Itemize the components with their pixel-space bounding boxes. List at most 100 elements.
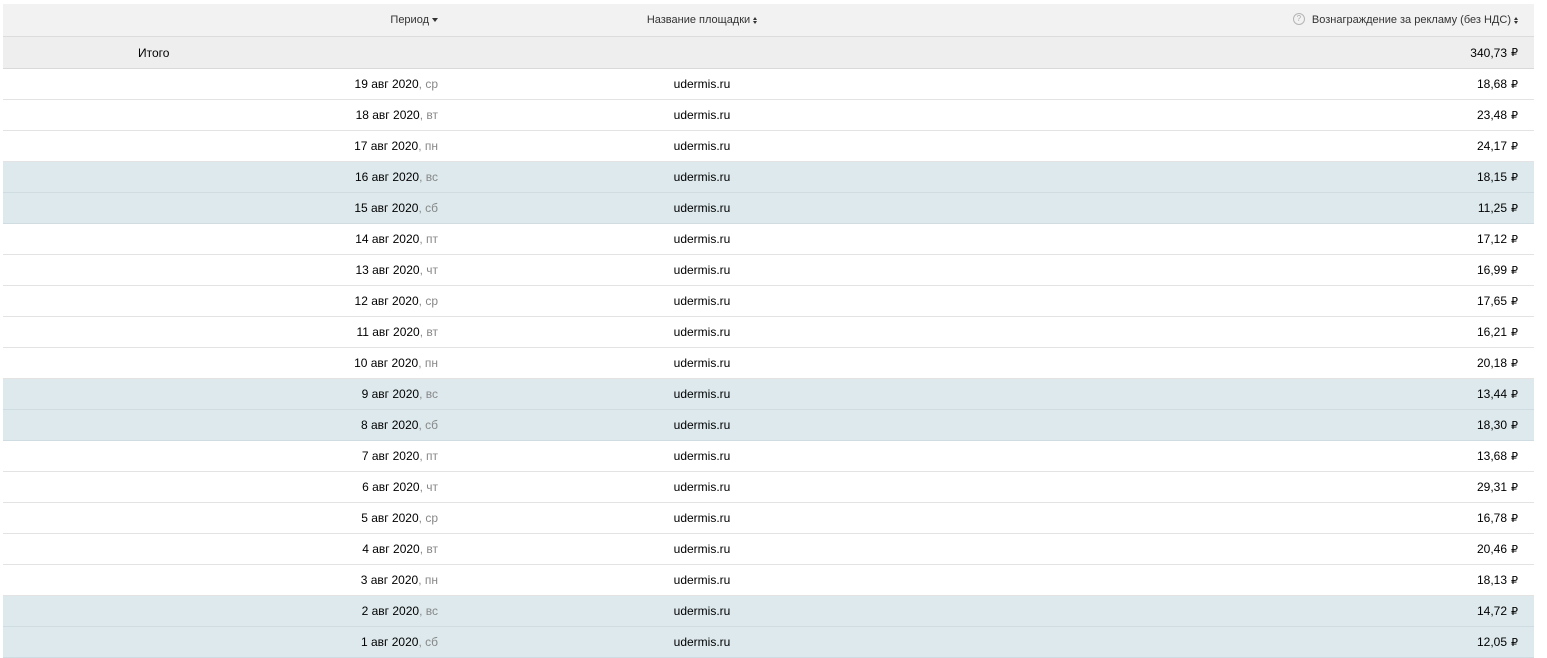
- period-cell: 3 авг 2020, пн: [3, 565, 438, 595]
- column-header-site[interactable]: Название площадки: [602, 4, 802, 36]
- date-text: 3 авг 2020: [360, 573, 419, 587]
- table-row: 5 авг 2020, ср udermis.ru 16,78 ₽: [3, 503, 1534, 534]
- period-cell: 12 авг 2020, ср: [3, 286, 438, 316]
- date-text: 9 авг 2020: [361, 387, 420, 401]
- column-header-period[interactable]: Период: [3, 4, 438, 36]
- reward-amount: 13,44: [1476, 387, 1507, 401]
- date-text: 4 авг 2020: [362, 542, 420, 556]
- site-cell: udermis.ru: [673, 480, 731, 494]
- site-header-label: Название площадки: [646, 14, 751, 26]
- period-cell: 16 авг 2020, вс: [3, 162, 438, 192]
- table-row: 17 авг 2020, пн udermis.ru 24,17 ₽: [3, 131, 1534, 162]
- table-row: 11 авг 2020, вт udermis.ru 16,21 ₽: [3, 317, 1534, 348]
- sort-desc-icon: [432, 18, 438, 22]
- ruble-icon: ₽: [1511, 326, 1518, 339]
- ruble-icon: ₽: [1511, 512, 1518, 525]
- weekday-text: , вс: [419, 387, 438, 401]
- period-cell: 11 авг 2020, вт: [3, 317, 438, 347]
- reward-cell: 17,12 ₽: [1477, 224, 1518, 254]
- date-text: 14 авг 2020: [355, 232, 420, 246]
- site-cell: udermis.ru: [673, 294, 731, 308]
- reward-amount: 18,68: [1476, 77, 1507, 91]
- date-text: 8 авг 2020: [360, 418, 419, 432]
- ruble-icon: ₽: [1511, 543, 1518, 556]
- reward-cell: 13,68 ₽: [1477, 441, 1518, 471]
- total-row: Итого 340,73 ₽: [3, 37, 1534, 69]
- weekday-text: , пт: [419, 449, 438, 463]
- table-row: 1 авг 2020, сб udermis.ru 12,05 ₽: [3, 627, 1534, 658]
- weekday-text: , вс: [419, 170, 438, 184]
- table-row: 6 авг 2020, чт udermis.ru 29,31 ₽: [3, 472, 1534, 503]
- ruble-icon: ₽: [1511, 636, 1518, 649]
- site-cell: udermis.ru: [673, 108, 731, 122]
- table-header: Период Название площадки ? Вознаграждени…: [3, 4, 1534, 37]
- period-cell: 19 авг 2020, ср: [3, 69, 438, 99]
- date-text: 10 авг 2020: [354, 356, 419, 370]
- site-cell: udermis.ru: [673, 325, 731, 339]
- reward-amount: 14,72: [1476, 604, 1507, 618]
- weekday-text: , вт: [419, 325, 438, 339]
- date-text: 2 авг 2020: [361, 604, 420, 618]
- ruble-icon: ₽: [1511, 109, 1518, 122]
- period-cell: 4 авг 2020, вт: [3, 534, 438, 564]
- ruble-icon: ₽: [1511, 388, 1518, 401]
- ruble-icon: ₽: [1511, 419, 1518, 432]
- weekday-text: , сб: [418, 635, 438, 649]
- weekday-text: , сб: [418, 201, 438, 215]
- sort-icon: [1514, 16, 1518, 24]
- help-icon[interactable]: ?: [1292, 12, 1305, 25]
- weekday-text: , ср: [418, 77, 438, 91]
- date-text: 13 авг 2020: [355, 263, 420, 277]
- table-row: 8 авг 2020, сб udermis.ru 18,30 ₽: [3, 410, 1534, 441]
- site-cell: udermis.ru: [673, 139, 731, 153]
- ruble-icon: ₽: [1511, 450, 1518, 463]
- sort-icon: [753, 16, 758, 24]
- weekday-text: , вт: [419, 108, 438, 122]
- date-text: 19 авг 2020: [354, 77, 419, 91]
- reward-amount: 16,99: [1476, 263, 1507, 277]
- period-cell: 2 авг 2020, вс: [3, 596, 438, 626]
- reward-header-label: Вознаграждение за рекламу (без НДС): [1311, 14, 1511, 26]
- period-cell: 15 авг 2020, сб: [3, 193, 438, 223]
- column-header-reward[interactable]: ? Вознаграждение за рекламу (без НДС): [1292, 4, 1518, 36]
- ruble-icon: ₽: [1511, 605, 1518, 618]
- site-cell: udermis.ru: [673, 573, 731, 587]
- weekday-text: , ср: [418, 294, 438, 308]
- site-cell: udermis.ru: [673, 387, 731, 401]
- reward-cell: 24,17 ₽: [1477, 131, 1518, 161]
- ruble-icon: ₽: [1511, 574, 1518, 587]
- period-cell: 17 авг 2020, пн: [3, 131, 438, 161]
- site-cell: udermis.ru: [673, 418, 731, 432]
- date-text: 17 авг 2020: [354, 139, 419, 153]
- reward-amount: 18,13: [1476, 573, 1507, 587]
- reward-cell: 18,30 ₽: [1477, 410, 1518, 440]
- reward-cell: 20,46 ₽: [1477, 534, 1518, 564]
- reward-amount: 20,18: [1476, 356, 1507, 370]
- date-text: 7 авг 2020: [361, 449, 420, 463]
- reward-amount: 24,17: [1476, 139, 1507, 153]
- reward-amount: 12,05: [1476, 635, 1507, 649]
- date-text: 5 авг 2020: [361, 511, 419, 525]
- table-row: 12 авг 2020, ср udermis.ru 17,65 ₽: [3, 286, 1534, 317]
- weekday-text: , пт: [419, 232, 438, 246]
- reward-cell: 29,31 ₽: [1477, 472, 1518, 502]
- table-row: 16 авг 2020, вс udermis.ru 18,15 ₽: [3, 162, 1534, 193]
- reward-cell: 16,99 ₽: [1477, 255, 1518, 285]
- date-text: 15 авг 2020: [354, 201, 419, 215]
- site-cell: udermis.ru: [673, 201, 731, 215]
- reward-amount: 18,30: [1476, 418, 1507, 432]
- total-label: Итого: [138, 45, 170, 60]
- period-cell: 5 авг 2020, ср: [3, 503, 438, 533]
- ruble-icon: ₽: [1511, 481, 1518, 494]
- reward-cell: 18,13 ₽: [1477, 565, 1518, 595]
- weekday-text: , пн: [418, 573, 438, 587]
- site-cell: udermis.ru: [673, 232, 731, 246]
- table-body: 19 авг 2020, ср udermis.ru 18,68 ₽18 авг 20…: [3, 69, 1534, 658]
- period-header-label: Период: [390, 14, 429, 26]
- reward-amount: 11,25: [1477, 201, 1507, 215]
- site-cell: udermis.ru: [673, 77, 731, 91]
- total-amount: 340,73: [1470, 45, 1507, 60]
- period-cell: 6 авг 2020, чт: [3, 472, 438, 502]
- ruble-icon: ₽: [1511, 140, 1518, 153]
- ruble-icon: ₽: [1511, 202, 1518, 215]
